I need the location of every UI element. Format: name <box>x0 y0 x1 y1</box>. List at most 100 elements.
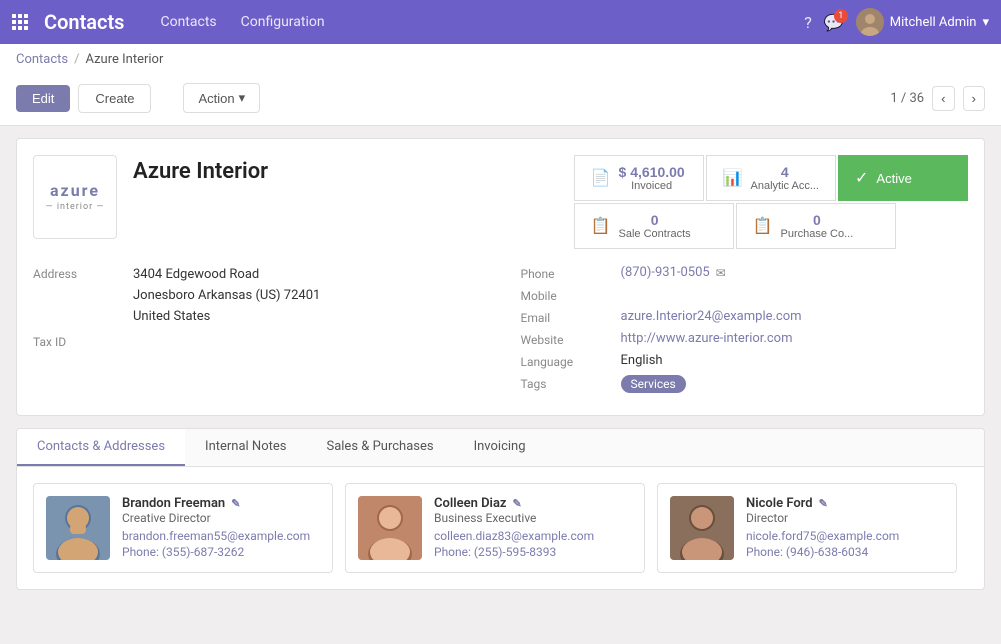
logo-top-text: azure <box>46 181 105 202</box>
chat-icon-wrapper[interactable]: 💬 1 <box>824 13 844 32</box>
contact-edit-icon-nicole[interactable]: ✎ <box>819 497 828 510</box>
address-line2: Jonesboro Arkansas (US) 72401 <box>133 286 481 307</box>
pager-prev[interactable]: ‹ <box>932 86 954 111</box>
active-stat-button[interactable]: ✓ Active <box>838 155 968 201</box>
website-value[interactable]: http://www.azure-interior.com <box>621 331 969 346</box>
sale-contracts-count: 0 <box>619 212 691 228</box>
help-icon[interactable]: ? <box>804 13 812 32</box>
analytic-label: Analytic Acc... <box>751 180 819 192</box>
create-button[interactable]: Create <box>78 84 151 113</box>
contact-name-text-nicole: Nicole Ford <box>746 496 813 511</box>
contact-phone-label-nicole: Phone: <box>746 545 783 559</box>
contact-avatar-colleen <box>358 496 422 560</box>
edit-button[interactable]: Edit <box>16 85 70 112</box>
contact-avatar-nicole <box>670 496 734 560</box>
phone-mail-icon[interactable]: ✉ <box>716 266 726 280</box>
chat-badge: 1 <box>834 9 848 23</box>
contact-name-nicole: Nicole Ford ✎ <box>746 496 944 511</box>
nav-contacts[interactable]: Contacts <box>148 0 228 44</box>
stat-row-2: 📋 0 Sale Contracts 📋 0 Purchase Co... <box>574 203 968 249</box>
apps-grid-icon[interactable] <box>12 14 28 30</box>
purchase-icon: 📋 <box>753 216 773 236</box>
contact-email-nicole[interactable]: nicole.ford75@example.com <box>746 529 944 543</box>
mobile-label: Mobile <box>521 287 621 303</box>
purchase-label: Purchase Co... <box>781 228 854 240</box>
fields-right: Phone (870)-931-0505 ✉ Mobile Email azur… <box>521 265 969 399</box>
phone-field-row: Phone (870)-931-0505 ✉ <box>521 265 969 281</box>
purchase-contracts-button[interactable]: 📋 0 Purchase Co... <box>736 203 896 249</box>
contact-edit-icon-colleen[interactable]: ✎ <box>513 497 522 510</box>
address-field-row: Address 3404 Edgewood Road Jonesboro Ark… <box>33 265 481 327</box>
contact-email-brandon[interactable]: brandon.freeman55@example.com <box>122 529 320 543</box>
sale-contracts-button[interactable]: 📋 0 Sale Contracts <box>574 203 734 249</box>
contact-phone-value-brandon[interactable]: (355)-687-3262 <box>162 545 244 559</box>
pager-count: 1 / 36 <box>890 91 924 106</box>
invoiced-stat-button[interactable]: 📄 $ 4,610.00 Invoiced <box>574 155 704 201</box>
fields-section: Address 3404 Edgewood Road Jonesboro Ark… <box>33 249 968 399</box>
action-dropdown-icon: ▾ <box>239 90 246 106</box>
main-content: azure — interior — Azure Interior 📄 $ 4,… <box>0 126 1001 602</box>
contact-email-colleen[interactable]: colleen.diaz83@example.com <box>434 529 632 543</box>
tab-invoicing[interactable]: Invoicing <box>454 429 546 466</box>
address-value: 3404 Edgewood Road Jonesboro Arkansas (U… <box>133 265 481 327</box>
purchase-count: 0 <box>781 212 854 228</box>
record-header: azure — interior — Azure Interior 📄 $ 4,… <box>33 155 968 249</box>
address-label: Address <box>33 265 133 281</box>
tab-internal-notes[interactable]: Internal Notes <box>185 429 306 466</box>
language-field-row: Language English <box>521 353 969 369</box>
mobile-field-row: Mobile <box>521 287 969 303</box>
logo-bottom-text: — interior — <box>46 202 105 214</box>
contact-avatar-brandon <box>46 496 110 560</box>
tag-services[interactable]: Services <box>621 375 686 393</box>
user-name: Mitchell Admin <box>890 15 977 30</box>
contact-phone-nicole: Phone: (946)-638-6034 <box>746 545 944 559</box>
tags-label: Tags <box>521 375 621 391</box>
active-label: Active <box>876 171 911 186</box>
contact-info-nicole: Nicole Ford ✎ Director nicole.ford75@exa… <box>746 496 944 559</box>
contact-role-nicole: Director <box>746 511 944 525</box>
toolbar: Edit Create Action ▾ 1 / 36 ‹ › <box>16 75 985 125</box>
contact-edit-icon-brandon[interactable]: ✎ <box>231 497 240 510</box>
user-menu[interactable]: Mitchell Admin ▾ <box>856 8 989 36</box>
invoiced-amount: $ 4,610.00 <box>619 164 685 180</box>
website-label: Website <box>521 331 621 347</box>
website-field-row: Website http://www.azure-interior.com <box>521 331 969 347</box>
company-logo: azure — interior — <box>33 155 117 239</box>
invoice-icon: 📄 <box>591 168 611 188</box>
contact-name-text-brandon: Brandon Freeman <box>122 496 225 511</box>
analytic-count: 4 <box>751 164 819 180</box>
contact-phone-value-colleen[interactable]: (255)-595-8393 <box>474 545 556 559</box>
taxid-field-row: Tax ID <box>33 333 481 349</box>
action-label: Action <box>198 91 234 106</box>
contact-role-brandon: Creative Director <box>122 511 320 525</box>
stat-buttons: 📄 $ 4,610.00 Invoiced 📊 4 Analytic Acc..… <box>574 155 968 249</box>
contact-info-brandon: Brandon Freeman ✎ Creative Director bran… <box>122 496 320 559</box>
analytic-icon: 📊 <box>723 168 743 188</box>
company-name: Azure Interior <box>133 155 558 184</box>
breadcrumb-parent[interactable]: Contacts <box>16 52 68 67</box>
contact-name-colleen: Colleen Diaz ✎ <box>434 496 632 511</box>
phone-value[interactable]: (870)-931-0505 <box>621 265 710 280</box>
contact-name-text-colleen: Colleen Diaz <box>434 496 507 511</box>
email-value[interactable]: azure.Interior24@example.com <box>621 309 969 324</box>
contact-card-colleen: Colleen Diaz ✎ Business Executive collee… <box>345 483 645 573</box>
contact-phone-value-nicole[interactable]: (946)-638-6034 <box>786 545 868 559</box>
pager-next[interactable]: › <box>963 86 985 111</box>
tab-sales-purchases[interactable]: Sales & Purchases <box>306 429 453 466</box>
record-card: azure — interior — Azure Interior 📄 $ 4,… <box>16 138 985 416</box>
tags-field-row: Tags Services <box>521 375 969 393</box>
language-label: Language <box>521 353 621 369</box>
tabs-header: Contacts & Addresses Internal Notes Sale… <box>17 429 984 467</box>
breadcrumb-toolbar: Contacts / Azure Interior Edit Create Ac… <box>0 44 1001 126</box>
phone-label: Phone <box>521 265 621 281</box>
action-button[interactable]: Action ▾ <box>183 83 260 113</box>
tab-contacts-addresses[interactable]: Contacts & Addresses <box>17 429 185 466</box>
invoiced-label: Invoiced <box>619 180 685 192</box>
language-value: English <box>621 353 969 368</box>
analytic-stat-button[interactable]: 📊 4 Analytic Acc... <box>706 155 836 201</box>
tax-id-label: Tax ID <box>33 333 133 349</box>
contact-phone-label-colleen: Phone: <box>434 545 471 559</box>
contact-card-brandon: Brandon Freeman ✎ Creative Director bran… <box>33 483 333 573</box>
contact-phone-label-brandon: Phone: <box>122 545 159 559</box>
nav-configuration[interactable]: Configuration <box>229 0 337 44</box>
